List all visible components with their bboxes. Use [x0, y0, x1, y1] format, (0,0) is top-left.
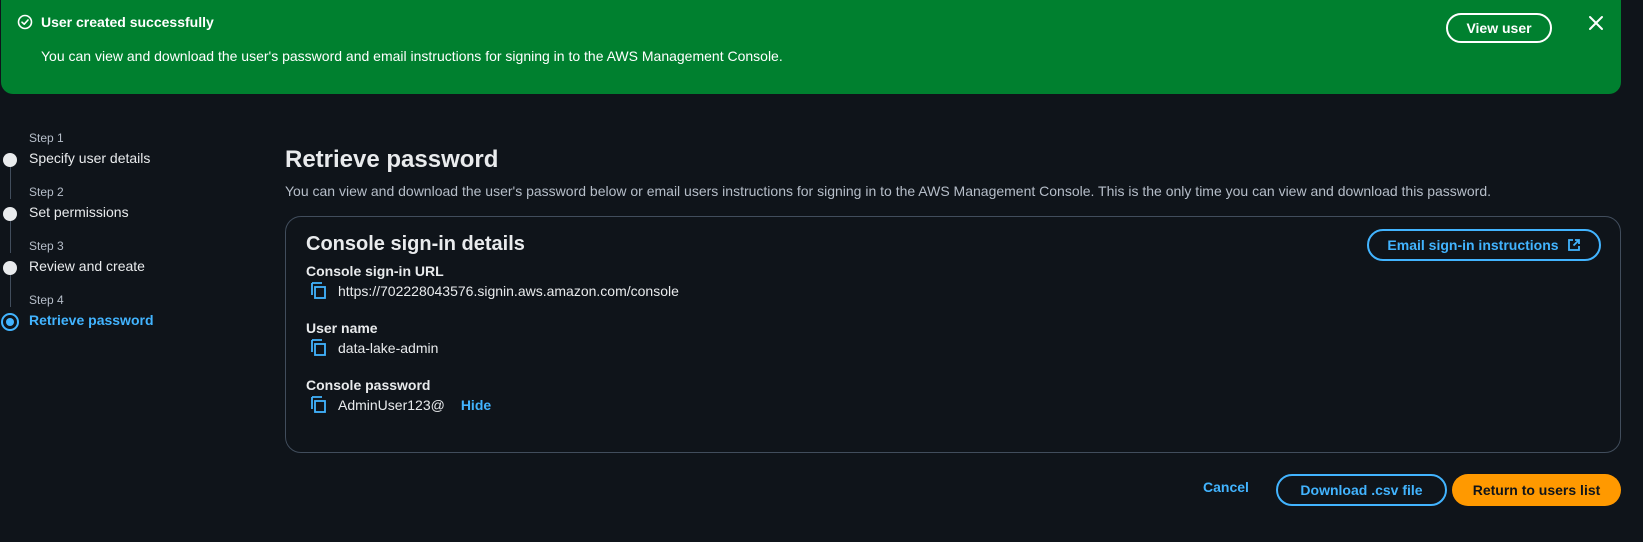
user-name-row: data-lake-admin — [308, 338, 438, 358]
console-password-label: Console password — [306, 377, 431, 393]
success-flash-banner: User created successfully You can view a… — [1, 0, 1621, 94]
step-label-active: Retrieve password — [29, 312, 154, 328]
step-label[interactable]: Review and create — [29, 258, 145, 274]
close-icon[interactable] — [1587, 14, 1605, 32]
cancel-button[interactable]: Cancel — [1203, 479, 1249, 495]
sign-in-url-value: https://702228043576.signin.aws.amazon.c… — [338, 283, 679, 299]
sign-in-url-label: Console sign-in URL — [306, 263, 444, 279]
step-connector — [10, 271, 11, 307]
copy-icon[interactable] — [308, 338, 328, 358]
download-csv-button[interactable]: Download .csv file — [1276, 474, 1447, 506]
view-user-button[interactable]: View user — [1446, 13, 1552, 43]
step-connector — [10, 163, 11, 199]
page-description: You can view and download the user's pas… — [285, 183, 1492, 199]
step-number: Step 1 — [29, 131, 64, 145]
check-circle-icon — [17, 14, 33, 30]
email-button-label: Email sign-in instructions — [1387, 237, 1559, 253]
flash-message: You can view and download the user's pas… — [41, 48, 783, 64]
step-connector — [10, 217, 11, 253]
copy-icon[interactable] — [308, 395, 328, 415]
card-title: Console sign-in details — [306, 233, 525, 255]
user-name-value: data-lake-admin — [338, 340, 439, 356]
step-indicator — [3, 207, 17, 221]
flash-title: User created successfully — [41, 14, 214, 30]
user-name-label: User name — [306, 320, 378, 336]
flash-header: User created successfully — [17, 14, 214, 30]
hide-password-link[interactable]: Hide — [461, 397, 491, 413]
step-label[interactable]: Set permissions — [29, 204, 129, 220]
step-label[interactable]: Specify user details — [29, 150, 150, 166]
active-step-indicator — [1, 313, 19, 331]
page-title: Retrieve password — [285, 146, 499, 173]
console-password-value: AdminUser123@ — [338, 397, 445, 413]
step-number: Step 3 — [29, 239, 64, 253]
step-indicator — [3, 261, 17, 275]
return-to-users-list-button[interactable]: Return to users list — [1452, 474, 1621, 506]
email-sign-in-instructions-button[interactable]: Email sign-in instructions — [1367, 229, 1601, 261]
step-number: Step 4 — [29, 293, 64, 307]
console-sign-in-card: Console sign-in details Email sign-in in… — [285, 216, 1621, 453]
step-number: Step 2 — [29, 185, 64, 199]
external-link-icon — [1567, 238, 1581, 252]
copy-icon[interactable] — [308, 281, 328, 301]
step-indicator — [3, 153, 17, 167]
sign-in-url-row: https://702228043576.signin.aws.amazon.c… — [308, 281, 679, 301]
console-password-row: AdminUser123@ Hide — [308, 395, 491, 415]
